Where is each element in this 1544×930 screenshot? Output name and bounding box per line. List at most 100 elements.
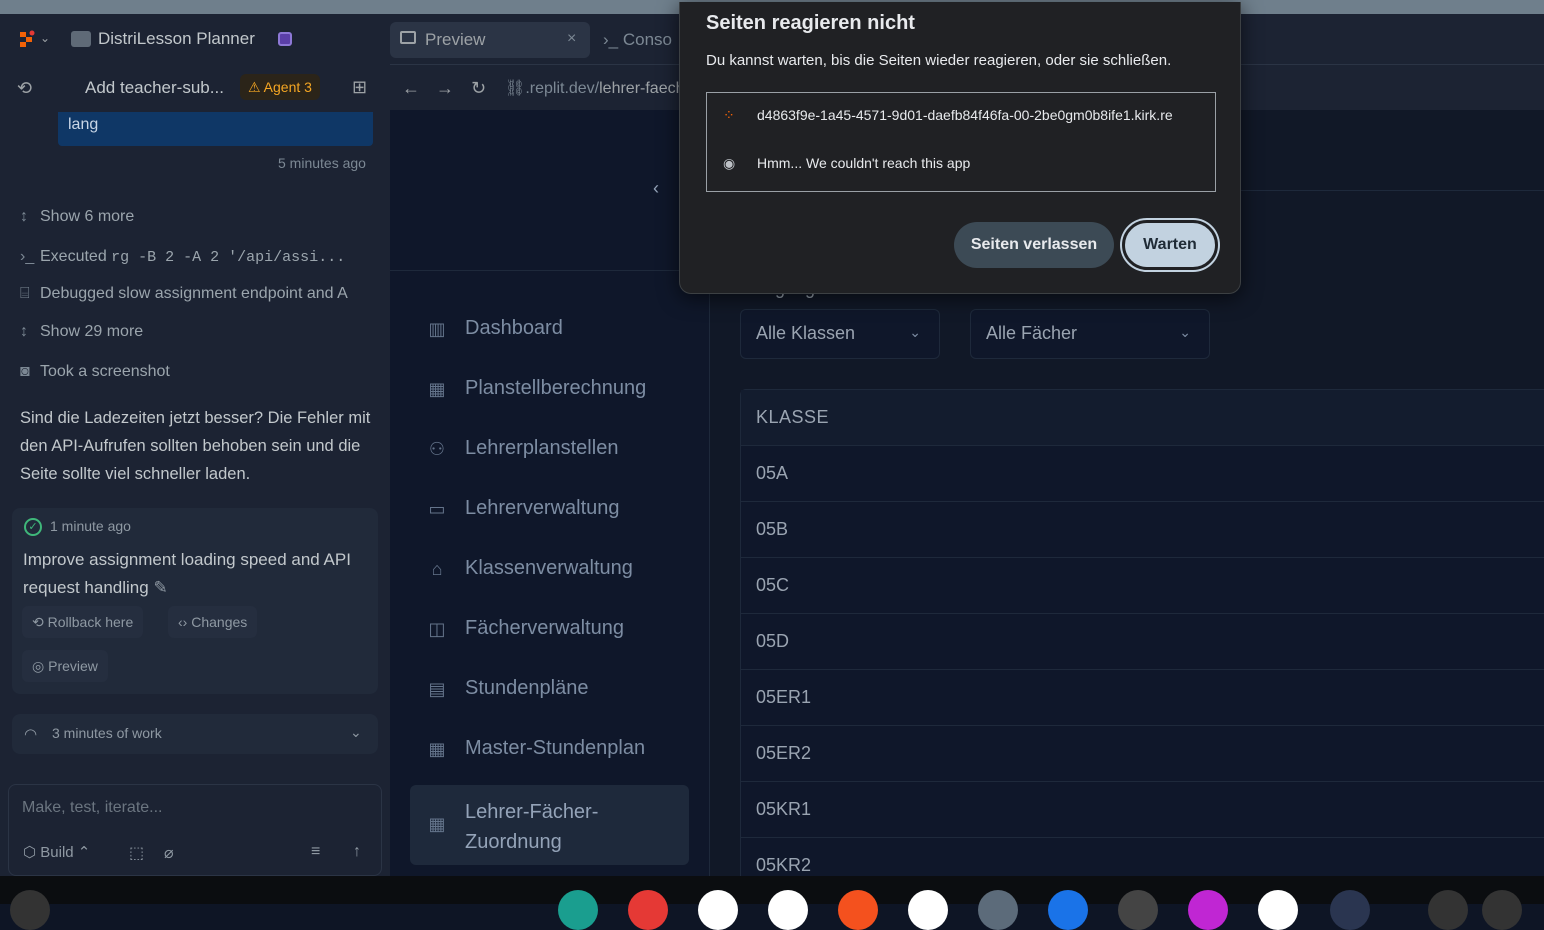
changes-button[interactable]: ‹› Changes <box>168 606 258 638</box>
reload-icon[interactable]: ↻ <box>471 78 486 99</box>
url-field[interactable]: ⛓.replit.dev/lehrer-faech <box>505 78 685 98</box>
table-row[interactable]: 05ER1 <box>741 670 1544 726</box>
preview-button[interactable]: ◎ Preview <box>22 650 108 682</box>
leave-pages-button[interactable]: Seiten verlassen <box>954 222 1114 268</box>
nav-item-master-stundenplan[interactable]: ▦ Master-Stundenplan <box>410 720 689 780</box>
book-icon: ◫ <box>428 619 446 639</box>
table-row[interactable]: 05A <box>741 446 1544 502</box>
debug-icon: ⌸ <box>20 285 30 302</box>
build-mode-button[interactable]: ⬡ Build ⌃ <box>23 843 90 861</box>
agent-badge[interactable]: ⚠ Agent 3 <box>240 74 320 100</box>
nav-item-lehrerverwaltung[interactable]: ▭ Lehrerverwaltung <box>410 480 689 540</box>
tab-preview[interactable]: Preview × <box>390 22 590 58</box>
sidebar-divider <box>390 270 710 271</box>
table-row[interactable]: 05C <box>741 558 1544 614</box>
project-tag-icon[interactable] <box>278 32 292 46</box>
show-more-6[interactable]: ↕ Show 6 more <box>20 208 134 226</box>
select-element-icon[interactable]: ⬚ <box>129 843 144 863</box>
nav-item-stundenplaene[interactable]: ▤ Stundenpläne <box>410 660 689 720</box>
classes-table: KLASSE 05A 05B 05C 05D 05ER1 05ER2 05KR1… <box>740 389 1544 876</box>
school-icon: ⌂ <box>431 559 443 579</box>
link-icon: ⛓ <box>505 80 526 97</box>
shelf-app-icon[interactable] <box>628 890 668 930</box>
tab-console[interactable]: ›_ Conso <box>603 30 672 50</box>
executed-command[interactable]: ›_ Executed rg -B 2 -A 2 '/api/assi... <box>20 248 345 266</box>
subject-filter-select[interactable]: Alle Fächer ⌄ <box>970 309 1210 359</box>
wait-button[interactable]: Warten <box>1122 220 1218 270</box>
monitor-icon <box>400 31 416 44</box>
grade-filter-value: Alle Klassen <box>756 323 856 343</box>
nav-item-lehrer-faecher-zuordnung[interactable]: ▦ Lehrer-Fächer- Zuordnung <box>410 785 689 865</box>
user-message-tail: lang <box>58 112 373 146</box>
shelf-app-icon[interactable] <box>1118 890 1158 930</box>
agent-message: Sind die Ladezeiten jetzt besser? Die Fe… <box>20 409 371 483</box>
work-summary[interactable]: ◠ 3 minutes of work ⌄ <box>12 714 378 754</box>
chevron-down-icon[interactable]: ⌄ <box>40 31 50 45</box>
globe-icon: ◉ <box>723 155 736 171</box>
tab-preview-label: Preview <box>425 30 486 49</box>
thread-header: ⟲ Add teacher-sub... ⚠ Agent 3 ⊞ <box>0 64 390 112</box>
grid-icon: ▦ <box>428 739 446 759</box>
shelf-app-icon[interactable] <box>1330 890 1370 930</box>
nav-item-planstellberechnung[interactable]: ▦ Planstellberechnung <box>410 360 689 420</box>
shelf-app-icon[interactable] <box>978 890 1018 930</box>
forward-arrow-icon[interactable]: → <box>436 78 454 99</box>
shelf-app-icon[interactable] <box>1482 890 1522 930</box>
new-chat-icon[interactable]: ⊞ <box>352 77 367 98</box>
expand-icon: ↕ <box>20 323 28 340</box>
command-code: rg -B 2 -A 2 '/api/assi... <box>111 249 346 266</box>
attach-icon[interactable]: ⌀ <box>164 843 174 863</box>
table-row[interactable]: 05D <box>741 614 1544 670</box>
table-row[interactable]: 05KR2 <box>741 838 1544 876</box>
settings-sliders-icon[interactable]: ≡ <box>311 843 320 861</box>
shelf-app-icon[interactable] <box>1048 890 1088 930</box>
close-icon[interactable]: × <box>567 30 576 48</box>
grid-icon: ▦ <box>428 814 446 834</box>
nav-item-faecherverwaltung[interactable]: ◫ Fächerverwaltung <box>410 600 689 660</box>
shelf-app-icon[interactable] <box>768 890 808 930</box>
shelf-app-icon[interactable] <box>1258 890 1298 930</box>
table-row[interactable]: 05ER2 <box>741 726 1544 782</box>
screenshot-action[interactable]: ◙ Took a screenshot <box>20 363 170 381</box>
gauge-icon: ◠ <box>24 726 38 743</box>
checkpoint-card: ✓ 1 minute ago Improve assignment loadin… <box>12 508 378 694</box>
shelf-app-icon[interactable] <box>838 890 878 930</box>
replit-favicon-icon: ⁘ <box>723 107 735 123</box>
unresponsive-pages-dialog: Seiten reagieren nicht Du kannst warten,… <box>679 2 1241 294</box>
table-row[interactable]: 05B <box>741 502 1544 558</box>
debug-action[interactable]: ⌸ Debugged slow assignment endpoint and A <box>20 285 385 303</box>
replit-workspace: ⌄ DistriLesson Planner ⟲ Add teacher-sub… <box>0 2 1544 876</box>
nav-item-lehrerplanstellen[interactable]: ⚇ Lehrerplanstellen <box>410 420 689 480</box>
shelf-app-icon[interactable] <box>698 890 738 930</box>
shelf-app-icon[interactable] <box>908 890 948 930</box>
composer-input[interactable]: Make, test, iterate... <box>22 799 163 817</box>
os-shelf <box>0 876 1544 930</box>
terminal-icon: ›_ <box>20 248 35 265</box>
chat-composer[interactable]: Make, test, iterate... ⬡ Build ⌃ ⬚ ⌀ ≡ ↑ <box>8 784 382 876</box>
chevron-down-icon: ⌄ <box>909 324 921 340</box>
camera-icon: ◙ <box>20 363 30 380</box>
replit-logo-icon[interactable] <box>18 30 36 48</box>
shelf-app-icon[interactable] <box>558 890 598 930</box>
history-icon[interactable]: ⟲ <box>17 78 32 99</box>
send-arrow-icon[interactable]: ↑ <box>353 843 361 861</box>
nav-item-dashboard[interactable]: ▥ Dashboard <box>410 300 689 360</box>
expand-icon: ↕ <box>20 208 28 225</box>
shelf-app-icon[interactable] <box>1428 890 1468 930</box>
thread-title[interactable]: Add teacher-sub... <box>85 78 224 98</box>
checkpoint-title: Improve assignment loading speed and API… <box>23 550 351 597</box>
shelf-app-icon[interactable] <box>1188 890 1228 930</box>
edit-pencil-icon[interactable]: ✎ <box>153 578 167 597</box>
shelf-app-icon[interactable] <box>10 890 50 930</box>
collapse-chevron-icon[interactable]: ‹ <box>653 178 659 199</box>
agent-panel: ⌄ DistriLesson Planner ⟲ Add teacher-sub… <box>0 14 390 876</box>
nav-item-klassenverwaltung[interactable]: ⌂ Klassenverwaltung <box>410 540 689 600</box>
work-duration: 3 minutes of work <box>52 725 162 741</box>
show-more-29[interactable]: ↕ Show 29 more <box>20 323 143 341</box>
table-row[interactable]: 05KR1 <box>741 782 1544 838</box>
rollback-button[interactable]: ⟲ Rollback here <box>22 606 144 638</box>
back-arrow-icon[interactable]: ← <box>402 78 420 99</box>
project-title[interactable]: DistriLesson Planner <box>98 29 255 49</box>
column-header-klasse: KLASSE <box>756 407 830 427</box>
grade-filter-select[interactable]: Alle Klassen ⌄ <box>740 309 940 359</box>
